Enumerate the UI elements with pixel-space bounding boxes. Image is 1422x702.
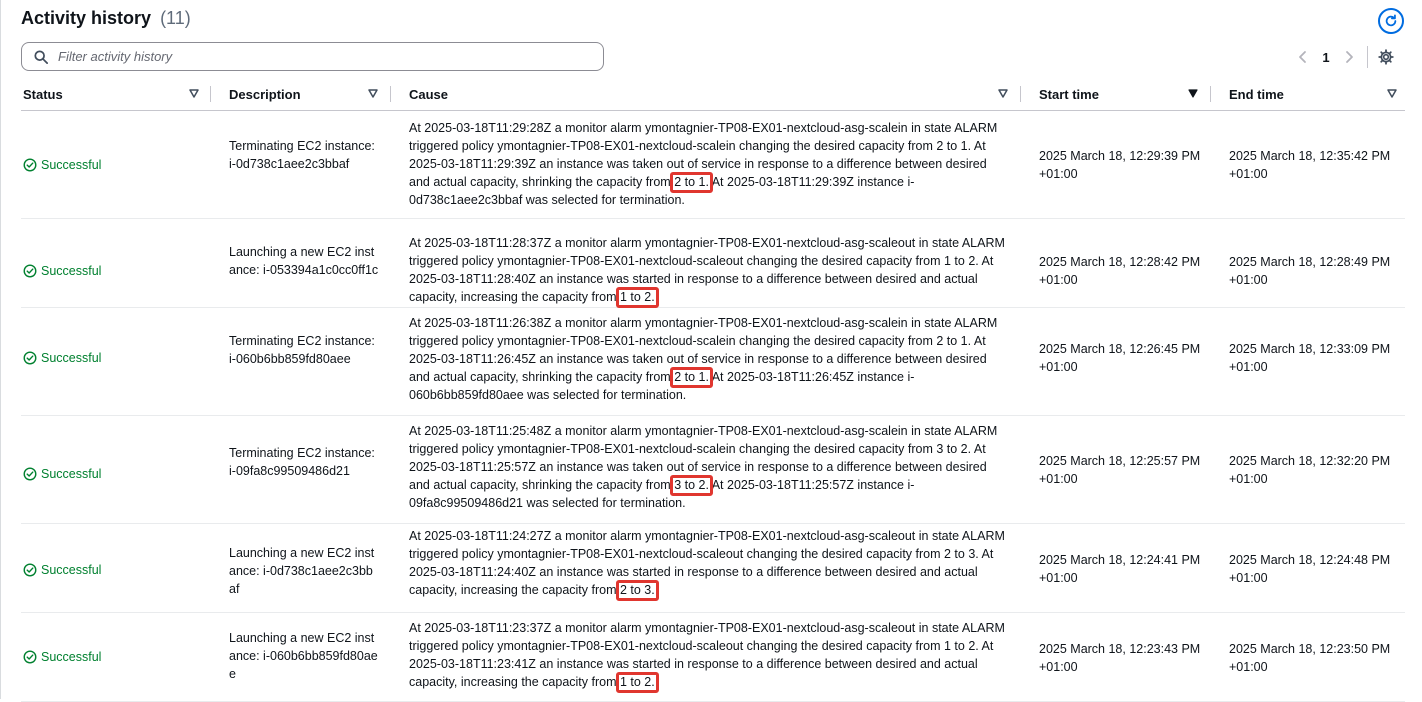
refresh-button[interactable] [1378, 8, 1404, 34]
cause-text: At 2025-03-18T11:24:27Z a monitor alarm … [409, 529, 1005, 597]
status-text: Successful [41, 467, 102, 481]
chevron-right-icon[interactable] [1343, 50, 1355, 64]
status-cell: Successful [23, 262, 101, 280]
status-cell: Successful [23, 648, 101, 666]
end-time-cell: 2025 March 18, 12:24:48 PM +01:00 [1229, 553, 1391, 585]
table-header: Status Description Cause Start time End … [21, 83, 1405, 111]
description-cell: Terminating EC2 instance: i-09fa8c995094… [229, 446, 375, 478]
start-time-cell: 2025 March 18, 12:26:45 PM +01:00 [1039, 342, 1201, 374]
description-cell: Launching a new EC2 instance: i-060b6bb8… [229, 631, 378, 681]
pager-divider [1367, 46, 1368, 68]
sort-descending-icon[interactable] [1188, 89, 1198, 98]
description-cell: Launching a new EC2 instance: i-053394a1… [229, 245, 379, 277]
status-text: Successful [41, 158, 102, 172]
cause-text: At 2025-03-18T11:23:37Z a monitor alarm … [409, 621, 1005, 689]
check-circle-icon [23, 563, 37, 577]
table-row: Successful Terminating EC2 instance: i-0d… [21, 111, 1405, 219]
column-header-cause[interactable]: Cause [409, 83, 448, 105]
status-cell: Successful [23, 349, 101, 367]
column-label: Status [23, 86, 63, 102]
filter-search-box[interactable] [21, 42, 604, 71]
start-time-cell: 2025 March 18, 12:28:42 PM +01:00 [1039, 255, 1201, 287]
table-row: Successful Terminating EC2 instance: i-06… [21, 308, 1405, 416]
status-cell: Successful [23, 465, 101, 483]
status-text: Successful [41, 351, 102, 365]
table-row: Successful Terminating EC2 instance: i-09… [21, 416, 1405, 524]
check-circle-icon [23, 650, 37, 664]
cause-cell: At 2025-03-18T11:23:37Z a monitor alarm … [409, 619, 1009, 691]
check-circle-icon [23, 467, 37, 481]
activity-table-body: Successful Terminating EC2 instance: i-0d… [21, 111, 1405, 702]
table-row: Successful Launching a new EC2 instance: … [21, 219, 1405, 308]
column-label: Description [229, 86, 301, 102]
capacity-change-highlight: 1 to 2. [619, 675, 655, 689]
column-header-status[interactable]: Status [23, 83, 63, 105]
column-label: Cause [409, 86, 449, 102]
search-icon [34, 49, 48, 64]
search-input[interactable] [56, 48, 576, 65]
capacity-change-highlight: 2 to 3. [619, 583, 655, 597]
check-circle-icon [23, 264, 37, 278]
cause-cell: At 2025-03-18T11:24:27Z a monitor alarm … [409, 527, 1009, 599]
gear-icon[interactable] [1378, 49, 1394, 65]
end-time-cell: 2025 March 18, 12:33:09 PM +01:00 [1229, 342, 1391, 374]
cause-cell: At 2025-03-18T11:28:37Z a monitor alarm … [409, 234, 1009, 306]
start-time-cell: 2025 March 18, 12:24:41 PM +01:00 [1039, 553, 1201, 585]
end-time-cell: 2025 March 18, 12:23:50 PM +01:00 [1229, 642, 1391, 674]
end-time-cell: 2025 March 18, 12:35:42 PM +01:00 [1229, 149, 1391, 181]
column-divider[interactable] [1020, 86, 1021, 102]
capacity-change-highlight: 1 to 2. [619, 290, 655, 304]
status-text: Successful [41, 563, 102, 577]
status-text: Successful [41, 264, 102, 278]
refresh-icon [1385, 14, 1397, 27]
current-page[interactable]: 1 [1319, 50, 1333, 65]
sort-icon[interactable] [1387, 89, 1397, 98]
chevron-left-icon[interactable] [1297, 50, 1309, 64]
cause-cell: At 2025-03-18T11:25:48Z a monitor alarm … [409, 422, 1009, 512]
description-cell: Terminating EC2 instance: i-060b6bb859fd… [229, 334, 375, 366]
table-row: Successful Launching a new EC2 instance: … [21, 613, 1405, 702]
start-time-cell: 2025 March 18, 12:25:57 PM +01:00 [1039, 454, 1201, 486]
column-label: Start time [1039, 86, 1099, 102]
sort-icon[interactable] [998, 89, 1008, 98]
column-header-end-time[interactable]: End time [1229, 83, 1284, 105]
column-header-description[interactable]: Description [229, 83, 301, 105]
check-circle-icon [23, 158, 37, 172]
sort-icon[interactable] [189, 89, 199, 98]
column-divider[interactable] [1210, 86, 1211, 102]
description-cell: Launching a new EC2 instance: i-0d738c1a… [229, 546, 375, 596]
capacity-change-highlight: 2 to 1. [674, 175, 709, 189]
table-row: Successful Launching a new EC2 instance: … [21, 524, 1405, 613]
end-time-cell: 2025 March 18, 12:32:20 PM +01:00 [1229, 454, 1391, 486]
start-time-cell: 2025 March 18, 12:23:43 PM +01:00 [1039, 642, 1201, 674]
end-time-cell: 2025 March 18, 12:28:49 PM +01:00 [1229, 255, 1391, 287]
title-text: Activity history [21, 8, 152, 28]
column-divider[interactable] [210, 86, 211, 102]
check-circle-icon [23, 351, 37, 365]
cause-cell: At 2025-03-18T11:29:28Z a monitor alarm … [409, 119, 1009, 209]
cause-cell: At 2025-03-18T11:26:38Z a monitor alarm … [409, 314, 1009, 404]
status-cell: Successful [23, 561, 101, 579]
capacity-change-highlight: 2 to 1. [674, 370, 709, 384]
cause-text: At 2025-03-18T11:28:37Z a monitor alarm … [409, 236, 1005, 304]
status-cell: Successful [23, 156, 101, 174]
capacity-change-highlight: 3 to 2. [674, 478, 709, 492]
item-count: (11) [160, 8, 191, 28]
pagination: 1 [1297, 46, 1394, 68]
column-label: End time [1229, 86, 1284, 102]
activity-history-panel: Activity history (11) 1 Status [0, 0, 1422, 702]
column-divider[interactable] [390, 86, 391, 102]
page-title: Activity history (11) [21, 8, 191, 29]
status-text: Successful [41, 650, 102, 664]
sort-icon[interactable] [368, 89, 378, 98]
description-cell: Terminating EC2 instance: i-0d738c1aee2c… [229, 139, 375, 171]
column-header-start-time[interactable]: Start time [1039, 83, 1099, 105]
start-time-cell: 2025 March 18, 12:29:39 PM +01:00 [1039, 149, 1201, 181]
